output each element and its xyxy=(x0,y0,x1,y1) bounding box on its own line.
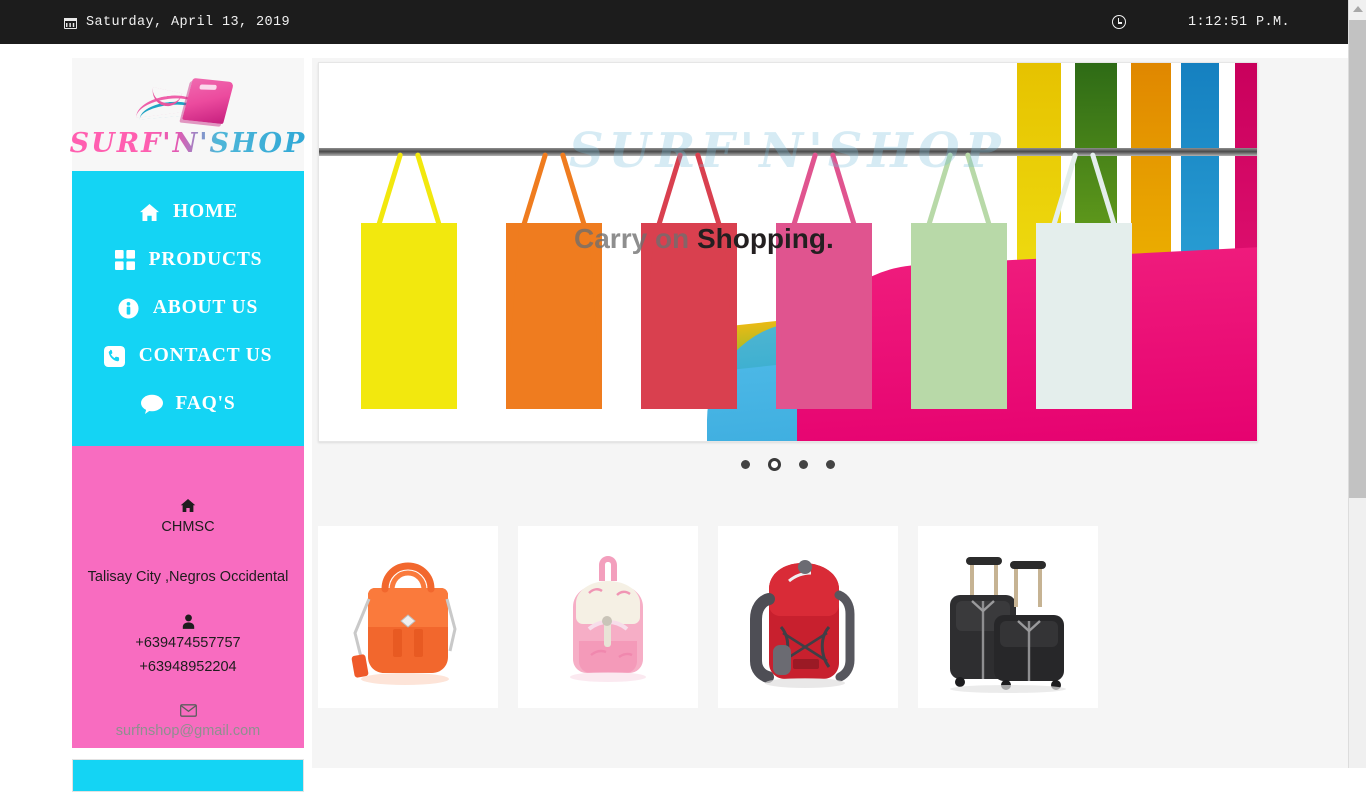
featured-products xyxy=(318,526,1258,708)
contact-phone-1: +639474557757 xyxy=(135,634,241,651)
chevron-up-icon[interactable] xyxy=(1349,0,1366,18)
carousel-caption-muted: Carry on xyxy=(574,223,697,254)
hanging-rail-graphic xyxy=(319,148,1257,156)
phone-icon xyxy=(104,345,126,367)
contact-email[interactable]: surfnshop@gmail.com xyxy=(116,720,260,744)
product-orange-handbag[interactable] xyxy=(318,526,498,708)
sidebar-bottom-bar xyxy=(72,759,304,792)
vertical-scrollbar[interactable] xyxy=(1348,0,1366,768)
topbar-date-group: Saturday, April 13, 2019 xyxy=(64,15,290,30)
sidebar-item-label: HOME xyxy=(173,201,238,222)
slide-dot-2[interactable] xyxy=(768,458,781,471)
site-logo[interactable]: SURF'N'SHOP xyxy=(69,58,307,171)
sidebar-item-products[interactable]: PRODUCTS xyxy=(72,236,304,284)
sidebar-item-home[interactable]: HOME xyxy=(72,188,304,236)
clock-icon xyxy=(1111,15,1126,29)
product-pink-backpack[interactable] xyxy=(518,526,698,708)
carousel-indicators[interactable] xyxy=(318,458,1258,471)
scrollbar-thumb[interactable] xyxy=(1349,20,1366,498)
product-black-luggage[interactable] xyxy=(918,526,1098,708)
sidebar-item-faqs[interactable]: FAQ'S xyxy=(72,380,304,428)
bag-handle xyxy=(663,151,715,227)
contact-address-name: CHMSC xyxy=(161,519,215,535)
carousel-slide: SURF'N'SHOP Carry on Shopping. xyxy=(319,63,1257,441)
bag-handle xyxy=(1058,151,1110,227)
product-red-hiking-pack[interactable] xyxy=(718,526,898,708)
grid-icon xyxy=(114,249,136,271)
info-icon xyxy=(118,297,140,319)
bag-body xyxy=(1036,223,1132,409)
home-icon xyxy=(138,201,160,223)
slide-dot-4[interactable] xyxy=(826,460,835,469)
contact-address-detail: Talisay City ,Negros Occidental xyxy=(87,568,289,585)
slide-dot-3[interactable] xyxy=(799,460,808,469)
sidebar-contact-info: CHMSC Talisay City ,Negros Occidental +6… xyxy=(72,446,304,748)
page-body: SURF'N'SHOP HOME PRODUCTS ABOUT US CONTA… xyxy=(0,44,1348,792)
user-icon xyxy=(182,614,195,629)
carousel-caption: Carry on Shopping. xyxy=(574,223,834,255)
bag-handle xyxy=(933,151,985,227)
main-content: SURF'N'SHOP Carry on Shopping. xyxy=(312,58,1348,768)
shopping-bag-logo-icon xyxy=(129,76,247,128)
system-top-bar: Saturday, April 13, 2019 1:12:51 P.M. xyxy=(0,0,1348,44)
sidebar-item-label: CONTACT US xyxy=(138,345,273,366)
sidebar-item-label: PRODUCTS xyxy=(148,249,263,270)
sidebar-item-label: FAQ'S xyxy=(175,393,236,414)
sidebar-item-about-us[interactable]: ABOUT US xyxy=(72,284,304,332)
comment-icon xyxy=(140,393,163,415)
sidebar-item-contact-us[interactable]: CONTACT US xyxy=(72,332,304,380)
calendar-icon xyxy=(64,16,77,29)
sidebar: SURF'N'SHOP HOME PRODUCTS ABOUT US CONTA… xyxy=(69,58,307,792)
home-icon xyxy=(180,498,196,513)
bag-handle xyxy=(528,151,580,227)
bag-body xyxy=(361,223,457,409)
contact-phone-2: +63948952204 xyxy=(139,658,237,675)
envelope-icon xyxy=(179,703,197,717)
topbar-time-group: 1:12:51 P.M. xyxy=(1111,14,1290,30)
topbar-date-text: Saturday, April 13, 2019 xyxy=(86,14,291,30)
bag-body xyxy=(911,223,1007,409)
slide-dot-1[interactable] xyxy=(741,460,750,469)
site-logo-text: SURF'N'SHOP xyxy=(69,128,307,159)
carousel-caption-strong: Shopping. xyxy=(696,223,834,254)
bag-handle xyxy=(798,151,850,227)
bag-handle xyxy=(383,151,435,227)
topbar-time-text: 1:12:51 P.M. xyxy=(1187,14,1290,30)
sidebar-item-label: ABOUT US xyxy=(152,297,259,318)
hero-carousel[interactable]: SURF'N'SHOP Carry on Shopping. xyxy=(318,62,1258,442)
sidebar-navigation: HOME PRODUCTS ABOUT US CONTACT US FAQ'S xyxy=(72,171,304,446)
